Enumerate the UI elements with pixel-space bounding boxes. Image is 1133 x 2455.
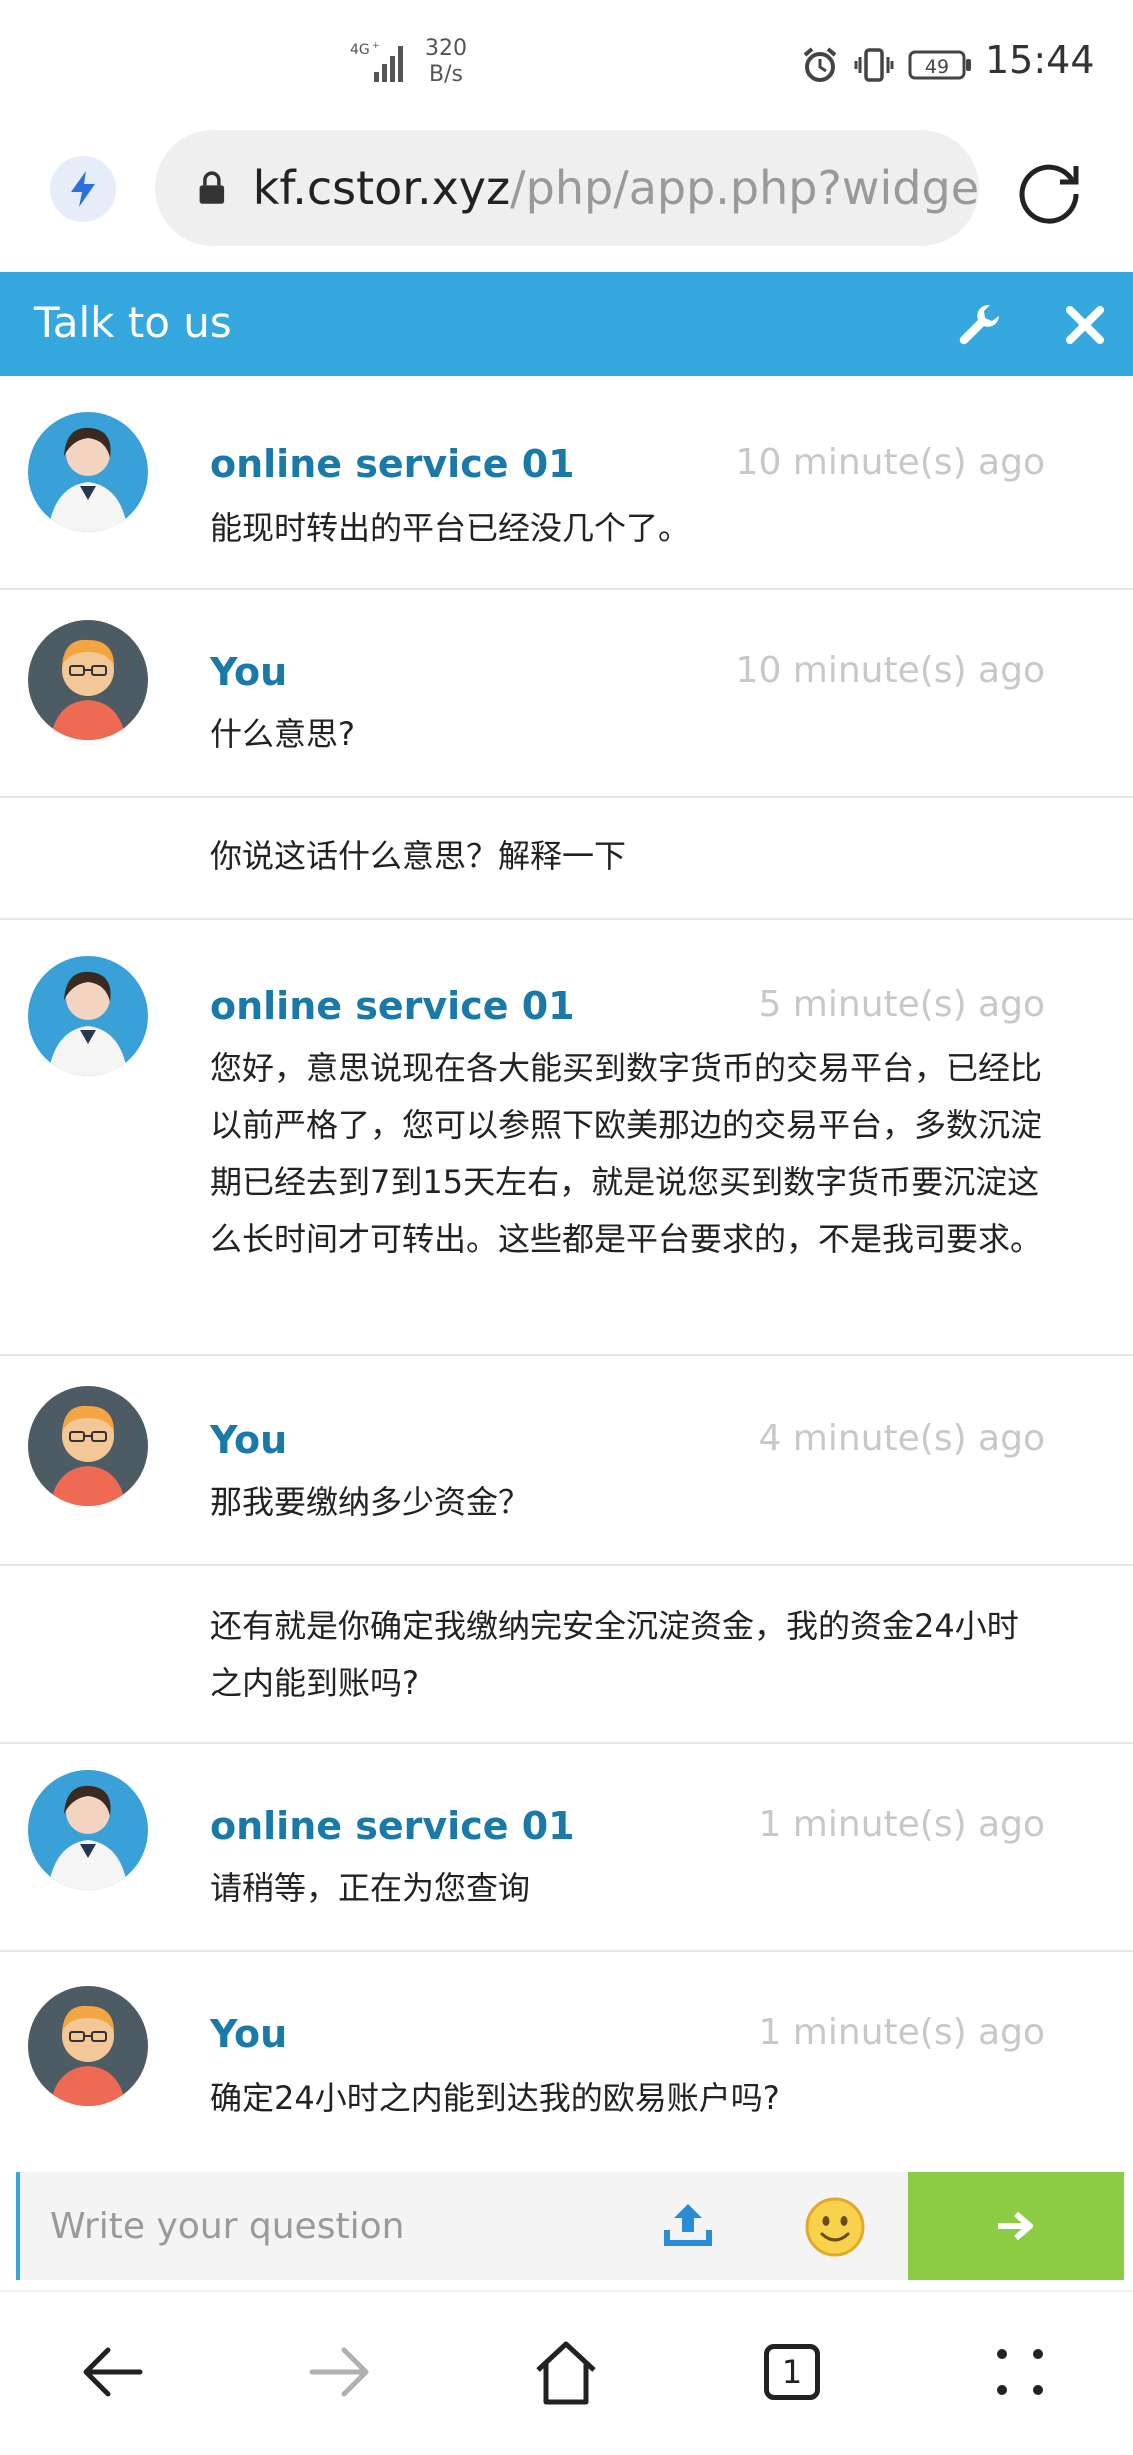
- chat-message: online service 01 5 minute(s) ago 您好，意思说…: [0, 920, 1133, 1356]
- status-icons: 49: [800, 40, 974, 90]
- lightning-icon: [71, 171, 95, 207]
- network-speed: 320 B/s: [425, 36, 467, 87]
- message-text: 请稍等，正在为您查询: [210, 1869, 531, 1907]
- message-text: 您好，意思说现在各大能买到数字货币的交易平台，已经比以前严格了，您可以参照下欧美…: [210, 1049, 1043, 1258]
- chat-message: You 4 minute(s) ago 那我要缴纳多少资金？: [0, 1356, 1133, 1566]
- user-avatar: [28, 620, 148, 740]
- network-type: 4G: [350, 42, 370, 58]
- agent-avatar: [28, 956, 148, 1076]
- message-text: 那我要缴纳多少资金？: [210, 1483, 531, 1521]
- wrench-icon[interactable]: [955, 300, 1005, 350]
- chat-message: 你说这话什么意思？解释一下: [0, 798, 1133, 920]
- svg-text:+: +: [372, 41, 380, 51]
- message-text: 能现时转出的平台已经没几个了。: [210, 509, 691, 547]
- chat-title: Talk to us: [34, 298, 232, 347]
- message-text: 什么意思?: [210, 715, 355, 753]
- message-text: 还有就是你确定我缴纳完安全沉淀资金，我的资金24小时之内能到账吗?: [210, 1607, 1019, 1702]
- signal-icon: 4G +: [350, 41, 403, 82]
- battery-icon: 49: [908, 50, 971, 80]
- message-time: 1 minute(s) ago: [758, 2012, 1045, 2053]
- chat-message: online service 01 10 minute(s) ago 能现时转出…: [0, 376, 1133, 590]
- tabs-button[interactable]: 1: [752, 2332, 832, 2412]
- forward-icon[interactable]: [298, 2332, 378, 2412]
- agent-avatar: [28, 1770, 148, 1890]
- message-time: 10 minute(s) ago: [735, 650, 1045, 691]
- sender-name: You: [210, 2012, 288, 2056]
- reload-icon[interactable]: [1010, 152, 1088, 230]
- agent-avatar: [28, 412, 148, 532]
- emoji-icon[interactable]: [804, 2196, 866, 2258]
- message-time: 4 minute(s) ago: [758, 1418, 1045, 1459]
- url-path: /php/app.php?widge: [510, 161, 979, 215]
- vibrate-icon: [854, 48, 894, 82]
- lock-icon: [199, 171, 225, 204]
- sender-name: You: [210, 650, 288, 694]
- sender-name: online service 01: [210, 1804, 575, 1848]
- tab-count: 1: [764, 2344, 820, 2400]
- url-text: kf.cstor.xyz/php/app.php?widge: [253, 161, 979, 215]
- message-time: 10 minute(s) ago: [735, 442, 1045, 483]
- chat-message: 还有就是你确定我缴纳完安全沉淀资金，我的资金24小时之内能到账吗?: [0, 1566, 1133, 1744]
- chat-message: You 1 minute(s) ago 确定24小时之内能到达我的欧易账户吗?: [0, 1952, 1133, 2160]
- sender-name: online service 01: [210, 984, 575, 1028]
- upload-icon[interactable]: [660, 2198, 716, 2254]
- close-icon[interactable]: [1060, 300, 1110, 350]
- chat-message: online service 01 1 minute(s) ago 请稍等，正在…: [0, 1744, 1133, 1952]
- message-time: 1 minute(s) ago: [758, 1804, 1045, 1845]
- message-text: 确定24小时之内能到达我的欧易账户吗?: [210, 2079, 780, 2117]
- send-button[interactable]: [908, 2172, 1124, 2280]
- back-icon[interactable]: [74, 2332, 154, 2412]
- battery-level: 49: [925, 56, 949, 78]
- user-avatar: [28, 1386, 148, 1506]
- message-time: 5 minute(s) ago: [758, 984, 1045, 1025]
- quick-action-button[interactable]: [50, 156, 116, 222]
- sender-name: You: [210, 1418, 288, 1462]
- url-host: kf.cstor.xyz: [252, 161, 511, 215]
- clock: 15:44: [985, 38, 1095, 82]
- user-avatar: [28, 1986, 148, 2106]
- arrow-right-icon: [998, 2211, 1033, 2241]
- question-input[interactable]: [48, 2200, 652, 2252]
- address-bar[interactable]: kf.cstor.xyz/php/app.php?widge: [155, 130, 979, 246]
- home-icon[interactable]: [526, 2332, 606, 2412]
- menu-dots-icon[interactable]: [980, 2332, 1060, 2412]
- chat-message: You 10 minute(s) ago 什么意思?: [0, 590, 1133, 798]
- message-text: 你说这话什么意思？解释一下: [210, 837, 627, 875]
- alarm-icon: [803, 47, 837, 82]
- sender-name: online service 01: [210, 442, 575, 486]
